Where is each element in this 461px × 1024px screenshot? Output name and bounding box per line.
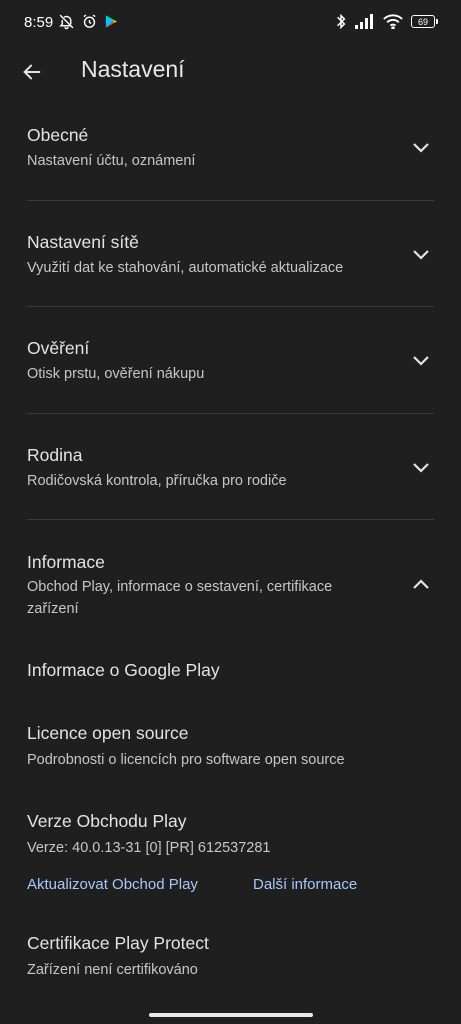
section-subtitle: Rodičovská kontrola, příručka pro rodiče <box>27 473 287 489</box>
item-title: Informace o Google Play <box>27 660 220 680</box>
bell-off-icon <box>59 14 74 30</box>
section-title: Nastavení sítě <box>27 232 139 252</box>
update-play-store-link[interactable]: Aktualizovat Obchod Play <box>27 876 198 893</box>
section-about[interactable]: Informace Obchod Play, informace o sesta… <box>0 537 461 632</box>
section-network[interactable]: Nastavení sítě Využití dat ke stahování,… <box>0 217 461 307</box>
divider <box>27 306 434 307</box>
chevron-down-icon <box>413 463 429 473</box>
version-text: Verze: 40.0.13-31 [0] [PR] 612537281 <box>27 840 271 856</box>
section-general[interactable]: Obecné Nastavení účtu, oznámení <box>0 110 461 200</box>
play-protect-certification-item[interactable]: Certifikace Play Protect Zařízení není c… <box>0 918 461 990</box>
play-store-version-item: Verze Obchodu Play Verze: 40.0.13-31 [0]… <box>0 796 461 906</box>
item-title: Verze Obchodu Play <box>27 811 187 831</box>
status-time: 8:59 <box>24 14 54 31</box>
section-title: Ověření <box>27 338 90 358</box>
signal-icon <box>355 14 373 29</box>
chevron-down-icon <box>413 356 429 366</box>
back-button[interactable] <box>18 58 46 86</box>
status-left-icons <box>58 13 119 30</box>
bluetooth-icon <box>337 13 346 30</box>
section-title: Rodina <box>27 445 83 465</box>
more-info-link[interactable]: Další informace <box>253 876 357 893</box>
play-store-icon <box>105 15 118 28</box>
arrow-back-icon <box>23 64 41 80</box>
section-family[interactable]: Rodina Rodičovská kontrola, příručka pro… <box>0 430 461 520</box>
section-subtitle: Obchod Play, informace o sestavení, cert… <box>27 579 333 617</box>
divider <box>27 200 434 201</box>
chevron-down-icon <box>413 143 429 153</box>
battery-level: 69 <box>417 16 428 27</box>
item-title: Certifikace Play Protect <box>27 933 209 953</box>
open-source-licenses-item[interactable]: Licence open source Podrobnosti o licenc… <box>0 708 461 778</box>
section-subtitle: Nastavení účtu, oznámení <box>27 153 196 169</box>
chevron-up-icon <box>413 579 429 589</box>
section-title: Informace <box>27 552 105 572</box>
wifi-icon <box>383 14 403 29</box>
status-right-icons: 69 <box>335 13 438 30</box>
chevron-down-icon <box>413 250 429 260</box>
section-authentication[interactable]: Ověření Otisk prstu, ověření nákupu <box>0 323 461 413</box>
about-google-play-item[interactable]: Informace o Google Play <box>0 645 461 700</box>
alarm-icon <box>83 14 96 28</box>
item-subtitle: Podrobnosti o licencích pro software ope… <box>27 752 345 768</box>
section-subtitle: Otisk prstu, ověření nákupu <box>27 366 205 382</box>
app-bar: Nastavení <box>0 48 461 96</box>
section-title: Obecné <box>27 125 89 145</box>
home-indicator[interactable] <box>149 1013 313 1017</box>
item-subtitle: Zařízení není certifikováno <box>27 962 198 978</box>
divider <box>27 519 434 520</box>
section-subtitle: Využití dat ke stahování, automatické ak… <box>27 260 344 276</box>
status-bar: 8:59 69 <box>0 0 461 48</box>
item-title: Licence open source <box>27 723 189 743</box>
battery-icon: 69 <box>411 15 438 28</box>
page-title: Nastavení <box>81 56 185 82</box>
divider <box>27 413 434 414</box>
